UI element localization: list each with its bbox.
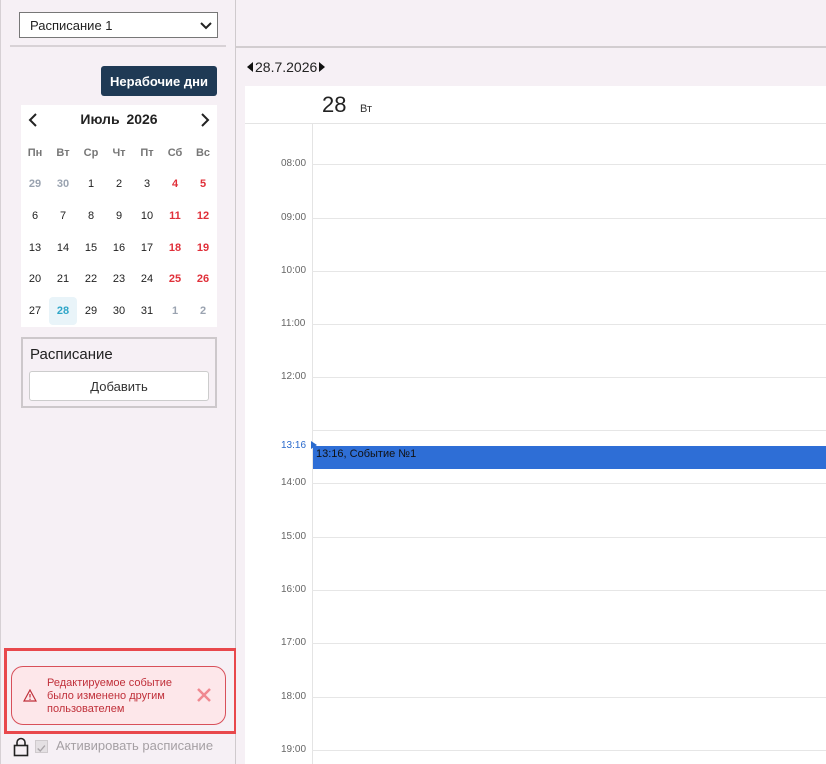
error-toast: Редактируемое событие было изменено друг… <box>11 666 226 725</box>
calendar-day[interactable]: 19 <box>189 234 217 262</box>
sidebar-divider <box>10 45 226 47</box>
triangle-right-icon[interactable] <box>319 62 326 72</box>
day-header: 28 Вт <box>245 86 826 124</box>
hour-label: 15:00 <box>281 531 307 542</box>
calendar-day[interactable]: 21 <box>49 265 77 293</box>
weekday-header: Сб <box>167 147 183 159</box>
hour-line <box>312 164 826 165</box>
calendar-day[interactable]: 27 <box>21 297 49 325</box>
activate-schedule-row: Активировать расписание <box>13 736 235 758</box>
calendar-day[interactable]: 30 <box>105 297 133 325</box>
hour-line <box>312 643 826 644</box>
calendar-day[interactable]: 31 <box>133 297 161 325</box>
hour-label: 19:00 <box>281 744 307 755</box>
activate-schedule-checkbox[interactable] <box>35 740 48 753</box>
day-number: 28 <box>322 92 347 117</box>
calendar-day[interactable]: 12 <box>189 202 217 230</box>
calendar-day[interactable]: 2 <box>189 297 217 325</box>
hour-label: 18:00 <box>281 691 307 702</box>
hour-line <box>312 697 826 698</box>
schedule-select-value: Расписание 1 <box>30 17 113 33</box>
warning-icon <box>23 689 37 702</box>
day-view: 28.7.2026 28 Вт 08:00 09:00 10:00 11:00 12:0… <box>236 0 826 764</box>
calendar-day[interactable]: 6 <box>21 202 49 230</box>
calendar-day[interactable]: 28 <box>49 297 77 325</box>
weekday-header: Вс <box>195 147 211 159</box>
day-grid: 28 Вт 08:00 09:00 10:00 11:00 12:00 13:16 14:0… <box>245 86 826 764</box>
hour-label: 16:00 <box>281 584 307 595</box>
calendar-day[interactable]: 7 <box>49 202 77 230</box>
date-navigator: 28.7.2026 <box>247 58 326 76</box>
calendar-header: Июль 2026 <box>21 105 217 135</box>
calendar-month-title: Июль 2026 <box>80 111 158 127</box>
calendar-day[interactable]: 17 <box>133 234 161 262</box>
weekday-header: Чт <box>112 147 126 159</box>
lock-icon[interactable] <box>13 737 29 757</box>
toast-message: Редактируемое событие было изменено друг… <box>47 677 172 715</box>
day-weekday: Вт <box>360 103 373 115</box>
hour-line <box>312 377 826 378</box>
calendar-day[interactable]: 29 <box>77 297 105 325</box>
calendar-day[interactable]: 1 <box>77 170 105 198</box>
calendar-day[interactable]: 26 <box>189 265 217 293</box>
hour-label: 10:00 <box>281 265 307 276</box>
sidebar: Расписание 1 Нерабочие дни Июль 2026 Пн В… <box>0 0 237 764</box>
check-icon <box>37 745 46 753</box>
mini-calendar: Июль 2026 Пн Вт Ср Чт Пт Сб Вс 29 30 1 2 3 4 5 6 7 8 9 10 1… <box>21 105 217 327</box>
add-schedule-button[interactable]: Добавить <box>29 371 209 401</box>
activate-schedule-label: Активировать расписание <box>56 738 214 753</box>
calendar-day[interactable]: 10 <box>133 202 161 230</box>
weekday-header: Ср <box>83 147 99 159</box>
hour-label: 11:00 <box>281 318 306 329</box>
calendar-day[interactable]: 3 <box>133 170 161 198</box>
hour-line <box>312 537 826 538</box>
calendar-event[interactable]: 13:16, Событие №1 <box>313 446 826 469</box>
event-time-label: 13:16 <box>281 440 307 451</box>
close-icon[interactable] <box>196 687 212 703</box>
hour-label: 17:00 <box>281 637 307 648</box>
schedule-section-title: Расписание <box>30 346 113 363</box>
hour-label: 14:00 <box>281 477 307 488</box>
calendar-day[interactable]: 1 <box>161 297 189 325</box>
calendar-day[interactable]: 4 <box>161 170 189 198</box>
calendar-day[interactable]: 23 <box>105 265 133 293</box>
weekday-header: Пн <box>27 147 43 159</box>
nonwork-days-button[interactable]: Нерабочие дни <box>101 66 217 96</box>
hour-line <box>312 430 826 431</box>
hour-line <box>312 750 826 751</box>
calendar-day[interactable]: 8 <box>77 202 105 230</box>
hour-line <box>312 218 826 219</box>
calendar-day[interactable]: 11 <box>161 202 189 230</box>
hour-label: 09:00 <box>281 212 307 223</box>
calendar-day[interactable]: 2 <box>105 170 133 198</box>
schedule-section: Расписание Добавить <box>21 337 217 408</box>
toolbar-divider <box>236 46 826 48</box>
calendar-day[interactable]: 13 <box>21 234 49 262</box>
calendar-day[interactable]: 5 <box>189 170 217 198</box>
weekday-header: Пт <box>140 147 154 159</box>
schedule-select[interactable]: Расписание 1 <box>19 12 218 38</box>
calendar-day[interactable]: 24 <box>133 265 161 293</box>
calendar-day[interactable]: 22 <box>77 265 105 293</box>
hour-label: 08:00 <box>281 158 307 169</box>
hour-line <box>312 271 826 272</box>
chevron-right-icon[interactable] <box>198 112 212 128</box>
hour-line <box>312 483 826 484</box>
hour-line <box>312 590 826 591</box>
calendar-day[interactable]: 18 <box>161 234 189 262</box>
event-label: 13:16, Событие №1 <box>316 448 417 460</box>
calendar-day[interactable]: 15 <box>77 234 105 262</box>
calendar-day[interactable]: 14 <box>49 234 77 262</box>
chevron-down-icon <box>200 22 212 30</box>
calendar-day[interactable]: 20 <box>21 265 49 293</box>
hour-line <box>312 324 826 325</box>
calendar-day[interactable]: 9 <box>105 202 133 230</box>
calendar-day[interactable]: 25 <box>161 265 189 293</box>
calendar-day[interactable]: 29 <box>21 170 49 198</box>
hour-label: 12:00 <box>281 371 307 382</box>
current-date: 28.7.2026 <box>255 59 318 75</box>
calendar-day[interactable]: 16 <box>105 234 133 262</box>
calendar-day[interactable]: 30 <box>49 170 77 198</box>
weekday-header: Вт <box>56 147 70 159</box>
